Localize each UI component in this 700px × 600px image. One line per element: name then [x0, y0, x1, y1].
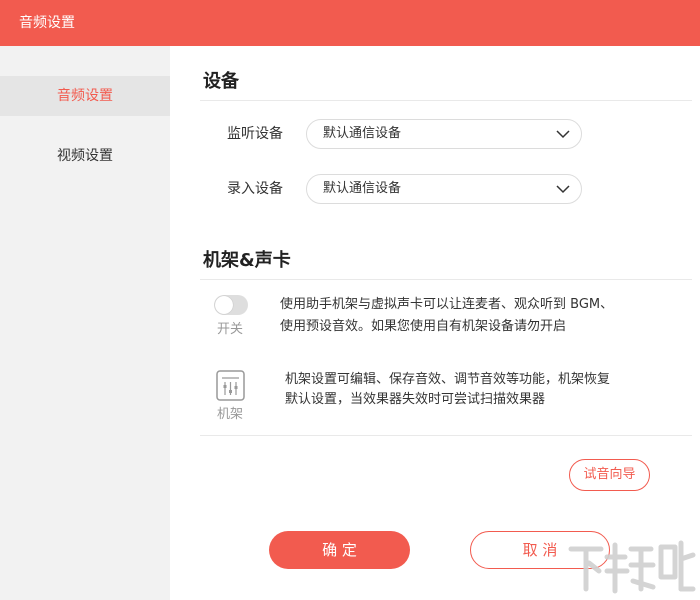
chevron-down-icon	[556, 130, 570, 139]
sidebar: 音频设置 视频设置	[0, 46, 170, 600]
divider	[200, 100, 692, 101]
record-device-select[interactable]: 默认通信设备	[306, 174, 582, 204]
monitor-device-select[interactable]: 默认通信设备	[306, 119, 582, 149]
watermark-logo	[568, 540, 696, 594]
rack-description-line: 机架设置可编辑、保存音效、调节音效等功能，机架恢复	[285, 372, 611, 387]
switch-description: 使用助手机架与虚拟声卡可以让连麦者、观众听到 BGM、 使用预设音效。如果您使用…	[280, 294, 680, 338]
sidebar-item-audio-settings[interactable]: 音频设置	[0, 76, 170, 116]
monitor-device-value: 默认通信设备	[323, 126, 402, 141]
switch-caption: 开关	[217, 322, 244, 337]
divider	[200, 435, 692, 436]
audio-test-guide-button[interactable]: 试音向导	[569, 459, 650, 491]
rack-soundcard-heading: 机架&声卡	[203, 250, 291, 271]
switch-description-line: 使用预设音效。如果您使用自有机架设备请勿开启	[280, 319, 567, 334]
rack-toggle-switch[interactable]	[214, 295, 248, 315]
confirm-button[interactable]: 确 定	[269, 531, 410, 569]
record-device-value: 默认通信设备	[323, 181, 402, 196]
switch-description-line: 使用助手机架与虚拟声卡可以让连麦者、观众听到 BGM、	[280, 297, 614, 312]
chevron-down-icon	[556, 185, 570, 194]
toggle-knob	[215, 296, 233, 314]
record-device-label: 录入设备	[227, 181, 283, 197]
rack-icon[interactable]	[216, 370, 245, 401]
sidebar-item-video-settings[interactable]: 视频设置	[0, 136, 170, 176]
rack-description-line: 默认设置，当效果器失效时可尝试扫描效果器	[285, 392, 546, 407]
devices-heading: 设备	[203, 71, 239, 92]
rack-description: 机架设置可编辑、保存音效、调节音效等功能，机架恢复 默认设置，当效果器失效时可尝…	[285, 370, 675, 410]
title-bar: 音频设置	[0, 0, 700, 46]
monitor-device-label: 监听设备	[227, 126, 283, 142]
rack-caption: 机架	[217, 407, 244, 422]
divider	[200, 279, 692, 280]
window-title: 音频设置	[19, 15, 75, 31]
